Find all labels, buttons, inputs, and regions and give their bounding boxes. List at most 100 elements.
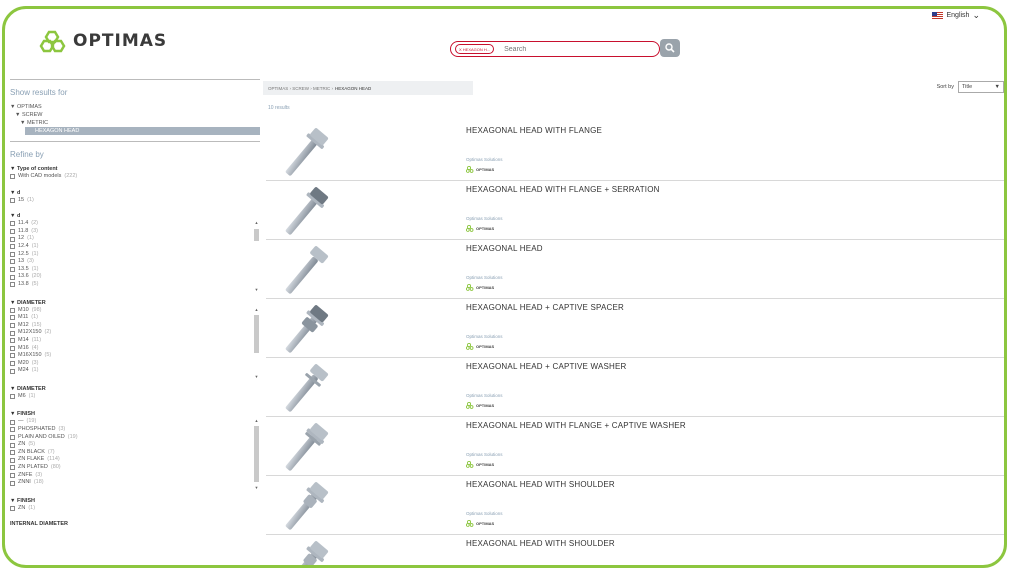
scroll-thumb[interactable] <box>254 426 259 483</box>
filter-option[interactable]: PHOSPHATED (3) <box>10 426 260 434</box>
filter-group-title[interactable]: ▼ FINISH <box>10 497 260 505</box>
result-item[interactable]: HEXAGONAL HEAD + CAPTIVE WASHER Optimas S… <box>266 359 1004 417</box>
checkbox[interactable] <box>10 394 15 400</box>
checkbox[interactable] <box>10 274 15 280</box>
filter-group-title[interactable]: ▼ FINISH <box>10 410 260 418</box>
checkbox[interactable] <box>10 368 15 374</box>
filter-group-title[interactable]: INTERNAL DIAMETER <box>10 520 260 528</box>
checkbox[interactable] <box>10 197 15 203</box>
bolt-washer-icon[interactable] <box>266 359 346 415</box>
filter-option[interactable]: 13.5 (1) <box>10 266 260 274</box>
filter-group-title[interactable]: ▼ DIAMETER <box>10 299 260 307</box>
result-title[interactable]: HEXAGONAL HEAD WITH FLANGE + SERRATION <box>466 185 660 194</box>
filter-option[interactable]: ZN PLATED (80) <box>10 464 260 472</box>
checkbox[interactable] <box>10 251 15 257</box>
filter-option[interactable]: 13.8 (5) <box>10 281 260 289</box>
sort-select[interactable]: Title ▼ <box>958 81 1004 93</box>
filter-option[interactable]: M24 (1) <box>10 367 260 375</box>
checkbox[interactable] <box>10 419 15 425</box>
result-item[interactable]: HEXAGONAL HEAD Optimas Solutions OPTIMAS <box>266 241 1004 299</box>
filter-option[interactable]: 11.8 (3) <box>10 228 260 236</box>
scroll-up-icon[interactable]: ▲ <box>253 418 260 423</box>
filter-option[interactable]: PLAIN AND OILED (19) <box>10 434 260 442</box>
result-title[interactable]: HEXAGONAL HEAD WITH FLANGE <box>466 126 602 135</box>
checkbox[interactable] <box>10 345 15 351</box>
search-filter-chip[interactable]: X HEXAGON H... <box>455 44 495 54</box>
scroll-down-icon[interactable]: ▼ <box>253 485 260 490</box>
result-title[interactable]: HEXAGONAL HEAD WITH FLANGE + CAPTIVE WAS… <box>466 421 686 430</box>
result-title[interactable]: HEXAGONAL HEAD + CAPTIVE SPACER <box>466 303 624 312</box>
scrollbar[interactable]: ▲ ▼ <box>253 220 260 292</box>
result-title[interactable]: HEXAGONAL HEAD + CAPTIVE WASHER <box>466 362 627 371</box>
filter-option[interactable]: M14 (11) <box>10 337 260 345</box>
filter-option[interactable]: 12.5 (1) <box>10 251 260 259</box>
checkbox[interactable] <box>10 244 15 250</box>
bolt-flange-icon[interactable] <box>266 123 346 179</box>
filter-option[interactable]: ZN (1) <box>10 505 260 513</box>
filter-option[interactable]: M16X150 (5) <box>10 352 260 360</box>
filter-option[interactable]: ZN (5) <box>10 441 260 449</box>
result-item[interactable]: HEXAGONAL HEAD WITH FLANGE Optimas Soluti… <box>266 123 1004 181</box>
filter-option[interactable]: M16 (4) <box>10 345 260 353</box>
tree-item-screw[interactable]: ▼ SCREW <box>10 111 260 119</box>
filter-option[interactable]: ZN BLACK (7) <box>10 449 260 457</box>
result-title[interactable]: HEXAGONAL HEAD WITH SHOULDER <box>466 480 615 489</box>
result-item[interactable]: HEXAGONAL HEAD + CAPTIVE SPACER Optimas S… <box>266 300 1004 358</box>
bolt-shoulder-icon[interactable] <box>266 477 346 533</box>
filter-option[interactable]: 11.4 (2) <box>10 220 260 228</box>
language-selector[interactable]: English ⌄ <box>932 10 980 21</box>
checkbox[interactable] <box>10 353 15 359</box>
bolt-flange-washer-icon[interactable] <box>266 418 346 474</box>
checkbox[interactable] <box>10 506 15 512</box>
filter-option[interactable]: M11 (1) <box>10 314 260 322</box>
filter-group-title[interactable]: ▼ d <box>10 189 260 197</box>
filter-option[interactable]: M12 (15) <box>10 322 260 330</box>
tree-item-metric[interactable]: ▼ METRIC <box>10 119 260 127</box>
checkbox[interactable] <box>10 229 15 235</box>
scroll-down-icon[interactable]: ▼ <box>253 287 260 292</box>
scroll-up-icon[interactable]: ▲ <box>253 307 260 312</box>
checkbox[interactable] <box>10 450 15 456</box>
checkbox[interactable] <box>10 307 15 313</box>
bolt-serrated-icon[interactable] <box>266 182 346 238</box>
result-item[interactable]: HEXAGONAL HEAD WITH FLANGE + CAPTIVE WAS… <box>266 418 1004 476</box>
checkbox[interactable] <box>10 323 15 329</box>
result-title[interactable]: HEXAGONAL HEAD WITH SHOULDER <box>466 539 615 548</box>
filter-option[interactable]: M12X150 (2) <box>10 329 260 337</box>
checkbox[interactable] <box>10 480 15 486</box>
result-item[interactable]: HEXAGONAL HEAD WITH SHOULDEROptimas Solu… <box>266 536 1004 565</box>
scroll-up-icon[interactable]: ▲ <box>253 220 260 225</box>
filter-option[interactable]: — (19) <box>10 418 260 426</box>
checkbox[interactable] <box>10 174 15 180</box>
checkbox[interactable] <box>10 267 15 273</box>
scroll-thumb[interactable] <box>254 229 259 242</box>
scroll-thumb[interactable] <box>254 314 259 353</box>
filter-option[interactable]: M20 (3) <box>10 360 260 368</box>
checkbox[interactable] <box>10 282 15 288</box>
filter-option[interactable]: ZN FLAKE (114) <box>10 456 260 464</box>
checkbox[interactable] <box>10 221 15 227</box>
filter-group-title[interactable]: ▼ DIAMETER <box>10 385 260 393</box>
scrollbar[interactable]: ▲ ▼ <box>253 418 260 490</box>
filter-option[interactable]: M10 (98) <box>10 307 260 315</box>
filter-option[interactable]: ZNFE (3) <box>10 472 260 480</box>
tree-item-hexagon-head[interactable]: HEXAGON HEAD <box>25 127 260 135</box>
filter-group-title[interactable]: ▼ Type of content <box>10 165 260 173</box>
search-button[interactable] <box>660 39 680 57</box>
bolt-spacer-icon[interactable] <box>266 300 346 356</box>
result-title[interactable]: HEXAGONAL HEAD <box>466 244 543 253</box>
filter-option[interactable]: 15 (1) <box>10 197 260 205</box>
filter-option[interactable]: ZNNI (18) <box>10 479 260 487</box>
result-item[interactable]: HEXAGONAL HEAD WITH FLANGE + SERRATION Op… <box>266 182 1004 240</box>
filter-group-title[interactable]: ▼ d <box>10 212 260 220</box>
checkbox[interactable] <box>10 236 15 242</box>
filter-option[interactable]: 12 (1) <box>10 235 260 243</box>
checkbox[interactable] <box>10 442 15 448</box>
filter-option[interactable]: M6 (1) <box>10 393 260 401</box>
checkbox[interactable] <box>10 457 15 463</box>
scrollbar[interactable]: ▲ ▼ <box>253 307 260 379</box>
optimas-logo[interactable]: OPTIMAS <box>39 29 167 53</box>
filter-option[interactable]: 12.4 (1) <box>10 243 260 251</box>
checkbox[interactable] <box>10 330 15 336</box>
tree-item-optimas[interactable]: ▼ OPTIMAS <box>10 103 260 111</box>
